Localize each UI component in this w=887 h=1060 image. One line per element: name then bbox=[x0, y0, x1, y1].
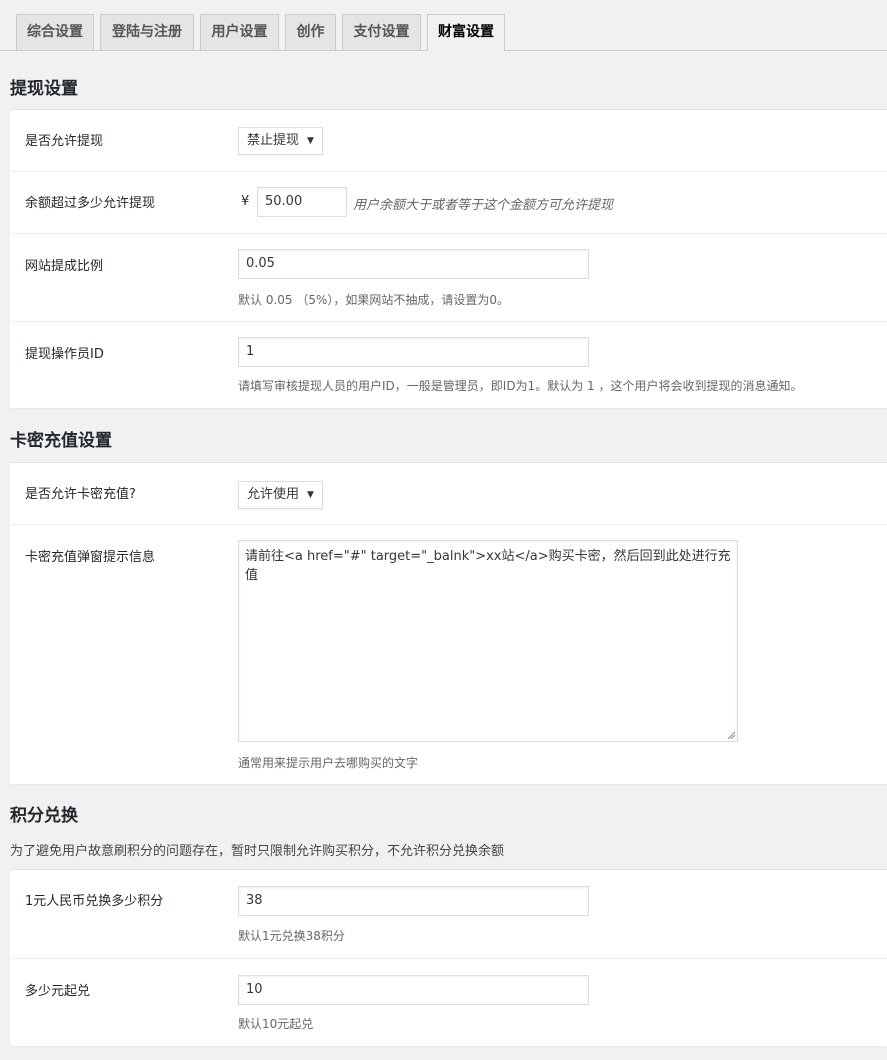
card-popup-text: 请前往<a href="#" target="_balnk">xx站</a>购买… bbox=[245, 549, 731, 583]
settings-tabs: 综合设置 登陆与注册 用户设置 创作 支付设置 财富设置 bbox=[0, 0, 887, 51]
commission-label: 网站提成比例 bbox=[25, 259, 104, 274]
withdraw-min-balance-input[interactable]: 50.00 bbox=[257, 187, 347, 217]
card-allow-value: 允许使用 bbox=[247, 487, 300, 502]
withdraw-min-balance-hint: 用户余额大于或者等于这个金额方可允许提现 bbox=[353, 198, 614, 213]
points-min-input[interactable]: 10 bbox=[238, 975, 589, 1005]
points-rate-row: 1元人民币兑换多少积分 38 默认1元兑换38积分 bbox=[10, 870, 887, 958]
card-popup-row: 卡密充值弹窗提示信息 请前往<a href="#" target="_balnk… bbox=[10, 524, 887, 785]
tab-creation[interactable]: 创作 bbox=[285, 14, 336, 50]
points-description: 为了避免用户故意刷积分的问题存在，暂时只限制允许购买积分，不允许积分兑换余额 bbox=[10, 844, 505, 859]
caret-down-icon: ▼ bbox=[307, 136, 314, 146]
points-section-title: 积分兑换 bbox=[10, 806, 78, 826]
points-min-hint: 默认10元起兑 bbox=[238, 1017, 314, 1031]
withdraw-min-balance-row: 余额超过多少允许提现 ¥ 50.00 用户余额大于或者等于这个金额方可允许提现 bbox=[10, 171, 887, 234]
commission-input[interactable]: 0.05 bbox=[238, 249, 589, 279]
withdraw-allow-row: 是否允许提现 禁止提现 ▼ bbox=[10, 110, 887, 171]
operator-label: 提现操作员ID bbox=[25, 347, 104, 362]
card-allow-label: 是否允许卡密充值? bbox=[25, 487, 136, 502]
caret-down-icon: ▼ bbox=[307, 490, 314, 500]
currency-symbol: ¥ bbox=[241, 194, 250, 209]
card-allow-row: 是否允许卡密充值? 允许使用 ▼ bbox=[10, 463, 887, 524]
points-min-row: 多少元起兑 10 默认10元起兑 bbox=[10, 958, 887, 1047]
operator-id-input[interactable]: 1 bbox=[238, 337, 589, 367]
points-rate-hint: 默认1元兑换38积分 bbox=[238, 929, 345, 943]
tab-payment[interactable]: 支付设置 bbox=[342, 14, 421, 50]
card-popup-textarea[interactable]: 请前往<a href="#" target="_balnk">xx站</a>购买… bbox=[238, 540, 738, 742]
operator-hint: 请填写审核提现人员的用户ID，一般是管理员，即ID为1。默认为 1 ，这个用户将… bbox=[238, 379, 803, 393]
withdraw-allow-value: 禁止提现 bbox=[247, 133, 300, 148]
points-min-label: 多少元起兑 bbox=[25, 984, 91, 999]
card-popup-label: 卡密充值弹窗提示信息 bbox=[25, 550, 156, 565]
tab-general[interactable]: 综合设置 bbox=[16, 14, 94, 50]
resize-handle-icon[interactable] bbox=[727, 731, 735, 739]
points-rate-label: 1元人民币兑换多少积分 bbox=[25, 894, 164, 909]
commission-hint: 默认 0.05 （5%），如果网站不抽成，请设置为0。 bbox=[238, 293, 510, 307]
card-panel: 是否允许卡密充值? 允许使用 ▼ 卡密充值弹窗提示信息 请前往<a href="#… bbox=[10, 462, 887, 784]
card-allow-select[interactable]: 允许使用 ▼ bbox=[238, 481, 323, 509]
tab-login-register[interactable]: 登陆与注册 bbox=[100, 14, 194, 50]
points-panel: 1元人民币兑换多少积分 38 默认1元兑换38积分 多少元起兑 10 默认10元… bbox=[10, 869, 887, 1046]
withdraw-allow-select[interactable]: 禁止提现 ▼ bbox=[238, 127, 323, 155]
withdraw-panel: 是否允许提现 禁止提现 ▼ 余额超过多少允许提现 ¥ 50.00 用户余额大于或者… bbox=[10, 109, 887, 408]
withdraw-min-balance-label: 余额超过多少允许提现 bbox=[25, 196, 156, 211]
card-popup-hint: 通常用来提示用户去哪购买的文字 bbox=[238, 756, 419, 770]
withdraw-section-title: 提现设置 bbox=[10, 79, 78, 99]
tab-wealth[interactable]: 财富设置 bbox=[427, 14, 505, 51]
tab-user-settings[interactable]: 用户设置 bbox=[200, 14, 279, 50]
commission-row: 网站提成比例 0.05 默认 0.05 （5%），如果网站不抽成，请设置为0。 bbox=[10, 233, 887, 322]
withdraw-allow-label: 是否允许提现 bbox=[25, 134, 104, 149]
card-section-title: 卡密充值设置 bbox=[10, 431, 112, 451]
operator-row: 提现操作员ID 1 请填写审核提现人员的用户ID，一般是管理员，即ID为1。默认… bbox=[10, 321, 887, 409]
points-rate-input[interactable]: 38 bbox=[238, 886, 589, 916]
